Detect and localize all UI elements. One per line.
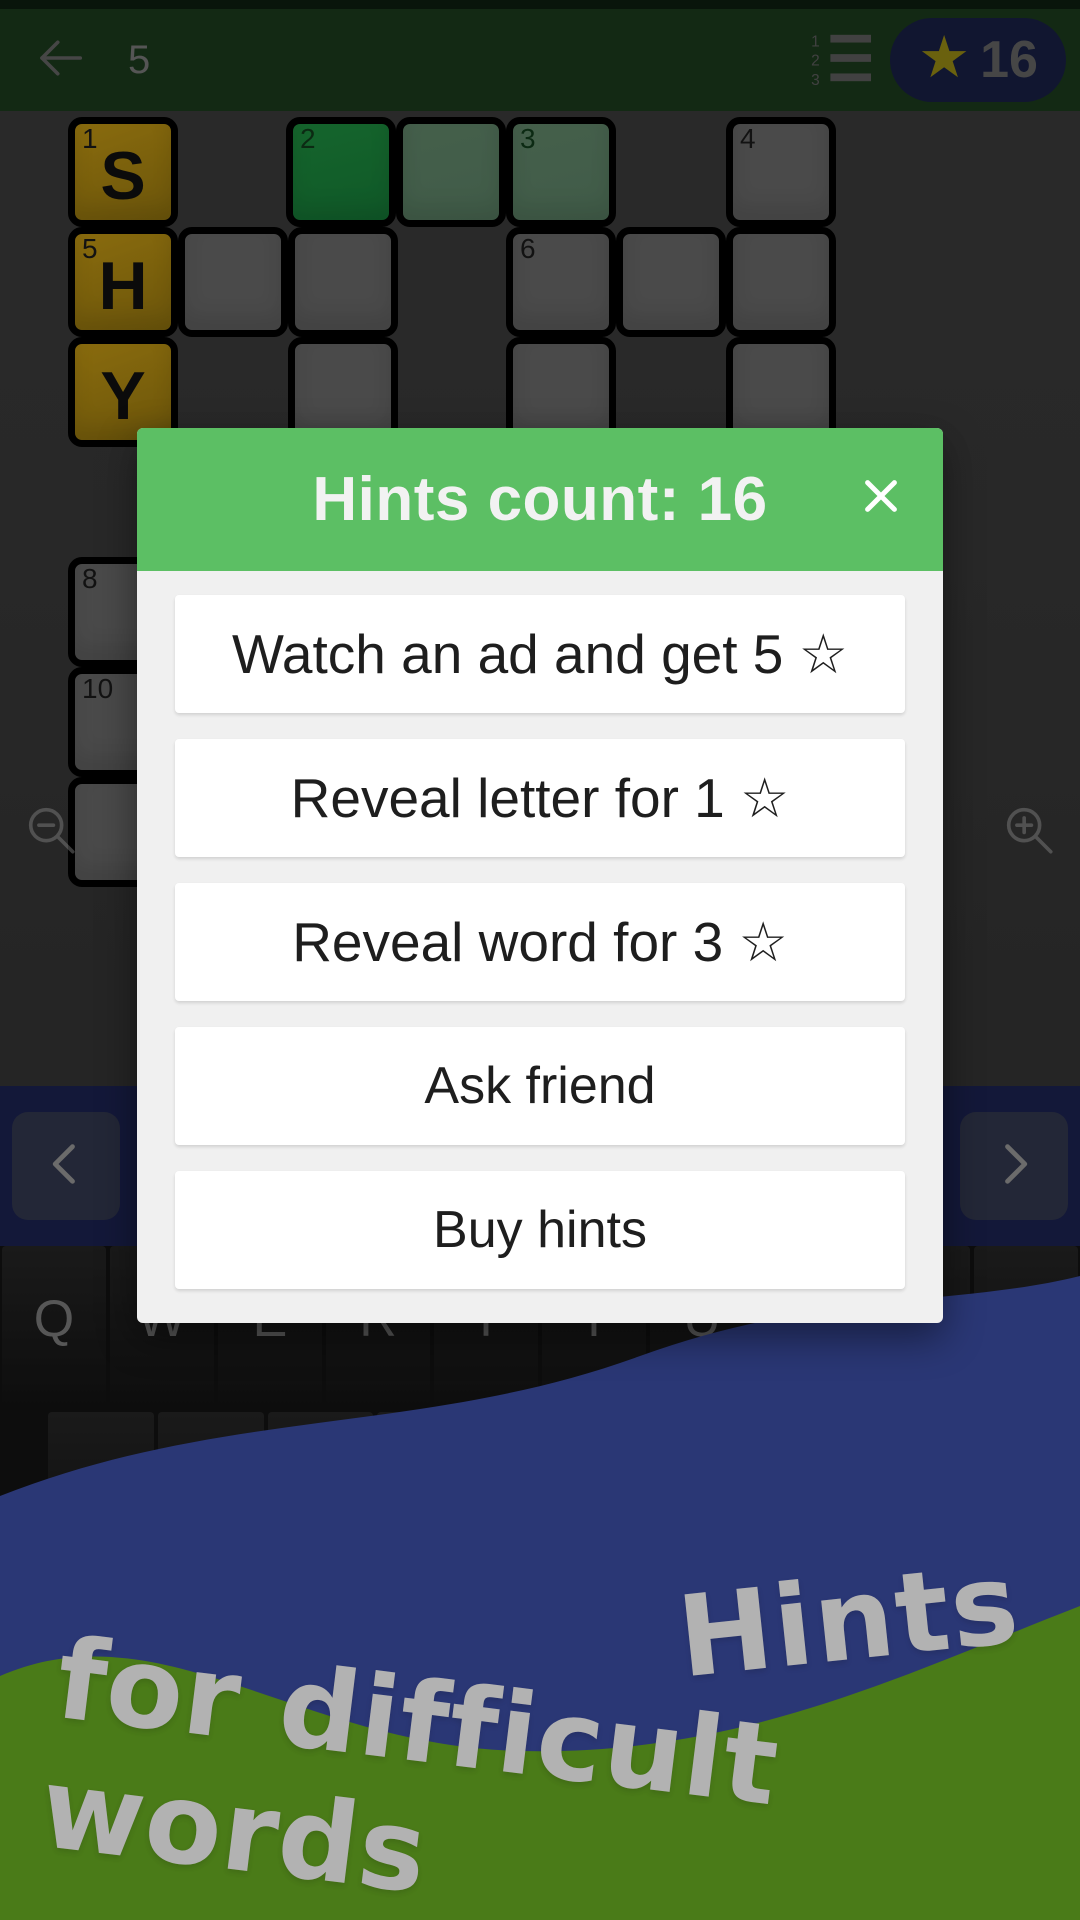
reveal-word-option[interactable]: Reveal word for 3 ☆	[175, 883, 905, 1001]
close-button[interactable]	[845, 462, 917, 534]
ask-friend-option[interactable]: Ask friend	[175, 1027, 905, 1145]
dialog-title: Hints count: 16	[312, 465, 768, 534]
dialog-header: Hints count: 16	[137, 428, 943, 571]
app-screenshot: 5 1 2 3 ★ 16 1 S 2 3 4 5 H 6 Y 8 10 Q P …	[0, 0, 1080, 1920]
hints-dialog: Hints count: 16 Watch an ad and get 5 ☆ R…	[137, 428, 943, 1323]
reveal-letter-option[interactable]: Reveal letter for 1 ☆	[175, 739, 905, 857]
watch-ad-option[interactable]: Watch an ad and get 5 ☆	[175, 595, 905, 713]
dialog-options-list: Watch an ad and get 5 ☆ Reveal letter for…	[137, 571, 943, 1323]
close-x-icon	[858, 473, 904, 524]
buy-hints-option[interactable]: Buy hints	[175, 1171, 905, 1289]
